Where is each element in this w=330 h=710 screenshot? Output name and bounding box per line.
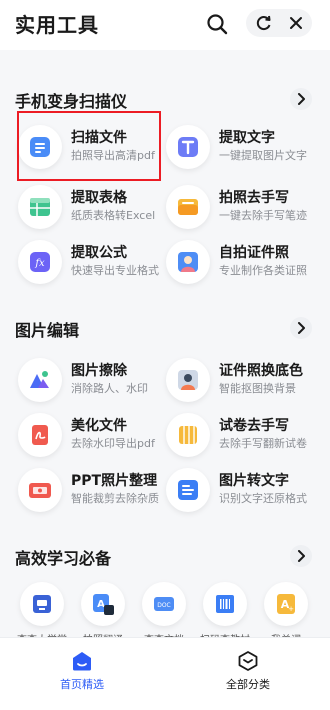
tab-label: 全部分类	[226, 678, 270, 691]
home-icon	[71, 650, 93, 672]
words-icon: A +	[264, 582, 308, 626]
close-icon[interactable]	[286, 13, 306, 33]
section-title: 高效学习必备	[15, 549, 112, 568]
page-title: 实用工具	[15, 13, 99, 37]
remove-handwriting-icon	[166, 185, 210, 229]
tool-formula[interactable]: fx 提取公式 快速导出专业格式	[18, 236, 168, 286]
tool-extract-text[interactable]: 提取文字 一键提取图片文字	[166, 121, 316, 171]
extract-text-icon	[166, 125, 210, 169]
tab-all-categories[interactable]: 全部分类	[208, 646, 288, 696]
tool-name: 图片转文字	[219, 473, 289, 489]
tool-name: 图片擦除	[71, 363, 127, 379]
refresh-icon[interactable]	[254, 13, 274, 33]
tool-extract-table[interactable]: 提取表格 纸质表格转Excel	[18, 181, 168, 231]
tool-name: 证件照换底色	[219, 363, 303, 379]
section-image-edit: 图片编辑	[0, 317, 330, 357]
tool-name: 提取文字	[219, 130, 275, 146]
tool-name: 自拍证件照	[219, 245, 289, 261]
section-study: 高效学习必备	[0, 545, 330, 585]
tool-desc: 消除路人、水印	[71, 382, 148, 395]
tool-name: PPT照片整理	[71, 473, 158, 489]
id-bg-change-icon	[166, 358, 210, 402]
search-icon[interactable]	[205, 12, 229, 36]
tool-name: 提取公式	[71, 245, 127, 261]
tool-desc: 一键提取图片文字	[219, 149, 307, 162]
section-more-button[interactable]	[290, 88, 312, 110]
photo-translate-icon: A	[81, 582, 125, 626]
section-title: 图片编辑	[15, 321, 80, 340]
image-to-text-icon	[166, 468, 210, 512]
svg-text:DOC: DOC	[157, 602, 171, 609]
tab-label: 首页精选	[60, 678, 104, 691]
image-erase-icon	[18, 358, 62, 402]
ppt-photo-icon	[18, 468, 62, 512]
id-photo-icon	[166, 240, 210, 284]
barcode-textbook-icon	[203, 582, 247, 626]
tool-image-erase[interactable]: 图片擦除 消除路人、水印	[18, 354, 168, 404]
doc-icon: DOC	[142, 582, 186, 626]
tool-desc: 智能裁剪去除杂质	[71, 492, 159, 505]
tool-remove-handwriting[interactable]: 拍照去手写 一键去除手写笔迹	[166, 181, 316, 231]
bottom-tab-bar: 首页精选 全部分类	[0, 637, 330, 710]
section-more-button[interactable]	[290, 317, 312, 339]
extract-table-icon	[18, 185, 62, 229]
category-icon	[237, 650, 259, 672]
svg-text:+: +	[288, 605, 294, 613]
tool-name: 试卷去手写	[219, 418, 289, 434]
header: 实用工具	[0, 0, 330, 50]
beautify-pdf-icon	[18, 413, 62, 457]
tool-desc: 去除水印导出pdf	[71, 437, 155, 450]
tool-desc: 纸质表格转Excel	[71, 209, 156, 222]
formula-icon: fx	[18, 240, 62, 284]
svg-text:A: A	[97, 599, 105, 610]
study-hall-icon	[20, 582, 64, 626]
tool-name: 美化文件	[71, 418, 127, 434]
tool-desc: 专业制作各类证照	[219, 264, 307, 277]
section-more-button[interactable]	[290, 545, 312, 567]
section-title: 手机变身扫描仪	[15, 92, 128, 111]
mini-program-capsule	[246, 9, 312, 37]
exam-clean-icon	[166, 413, 210, 457]
tool-image-to-text[interactable]: 图片转文字 识别文字还原格式	[166, 464, 316, 514]
tool-desc: 识别文字还原格式	[219, 492, 307, 505]
tool-ppt-photo[interactable]: PPT照片整理 智能裁剪去除杂质	[18, 464, 168, 514]
highlight-box	[17, 111, 161, 181]
svg-text:fx: fx	[34, 258, 45, 269]
tool-beautify-file[interactable]: 美化文件 去除水印导出pdf	[18, 409, 168, 459]
tool-name: 提取表格	[71, 190, 127, 206]
tool-desc: 快速导出专业格式	[71, 264, 159, 277]
tool-name: 拍照去手写	[219, 190, 289, 206]
tab-home[interactable]: 首页精选	[42, 646, 122, 696]
tool-desc: 去除手写翻新试卷	[219, 437, 307, 450]
tool-exam-clean[interactable]: 试卷去手写 去除手写翻新试卷	[166, 409, 316, 459]
tool-desc: 智能抠图换背景	[219, 382, 296, 395]
tool-id-bg-change[interactable]: 证件照换底色 智能抠图换背景	[166, 354, 316, 404]
tool-id-photo[interactable]: 自拍证件照 专业制作各类证照	[166, 236, 316, 286]
tool-desc: 一键去除手写笔迹	[219, 209, 307, 222]
